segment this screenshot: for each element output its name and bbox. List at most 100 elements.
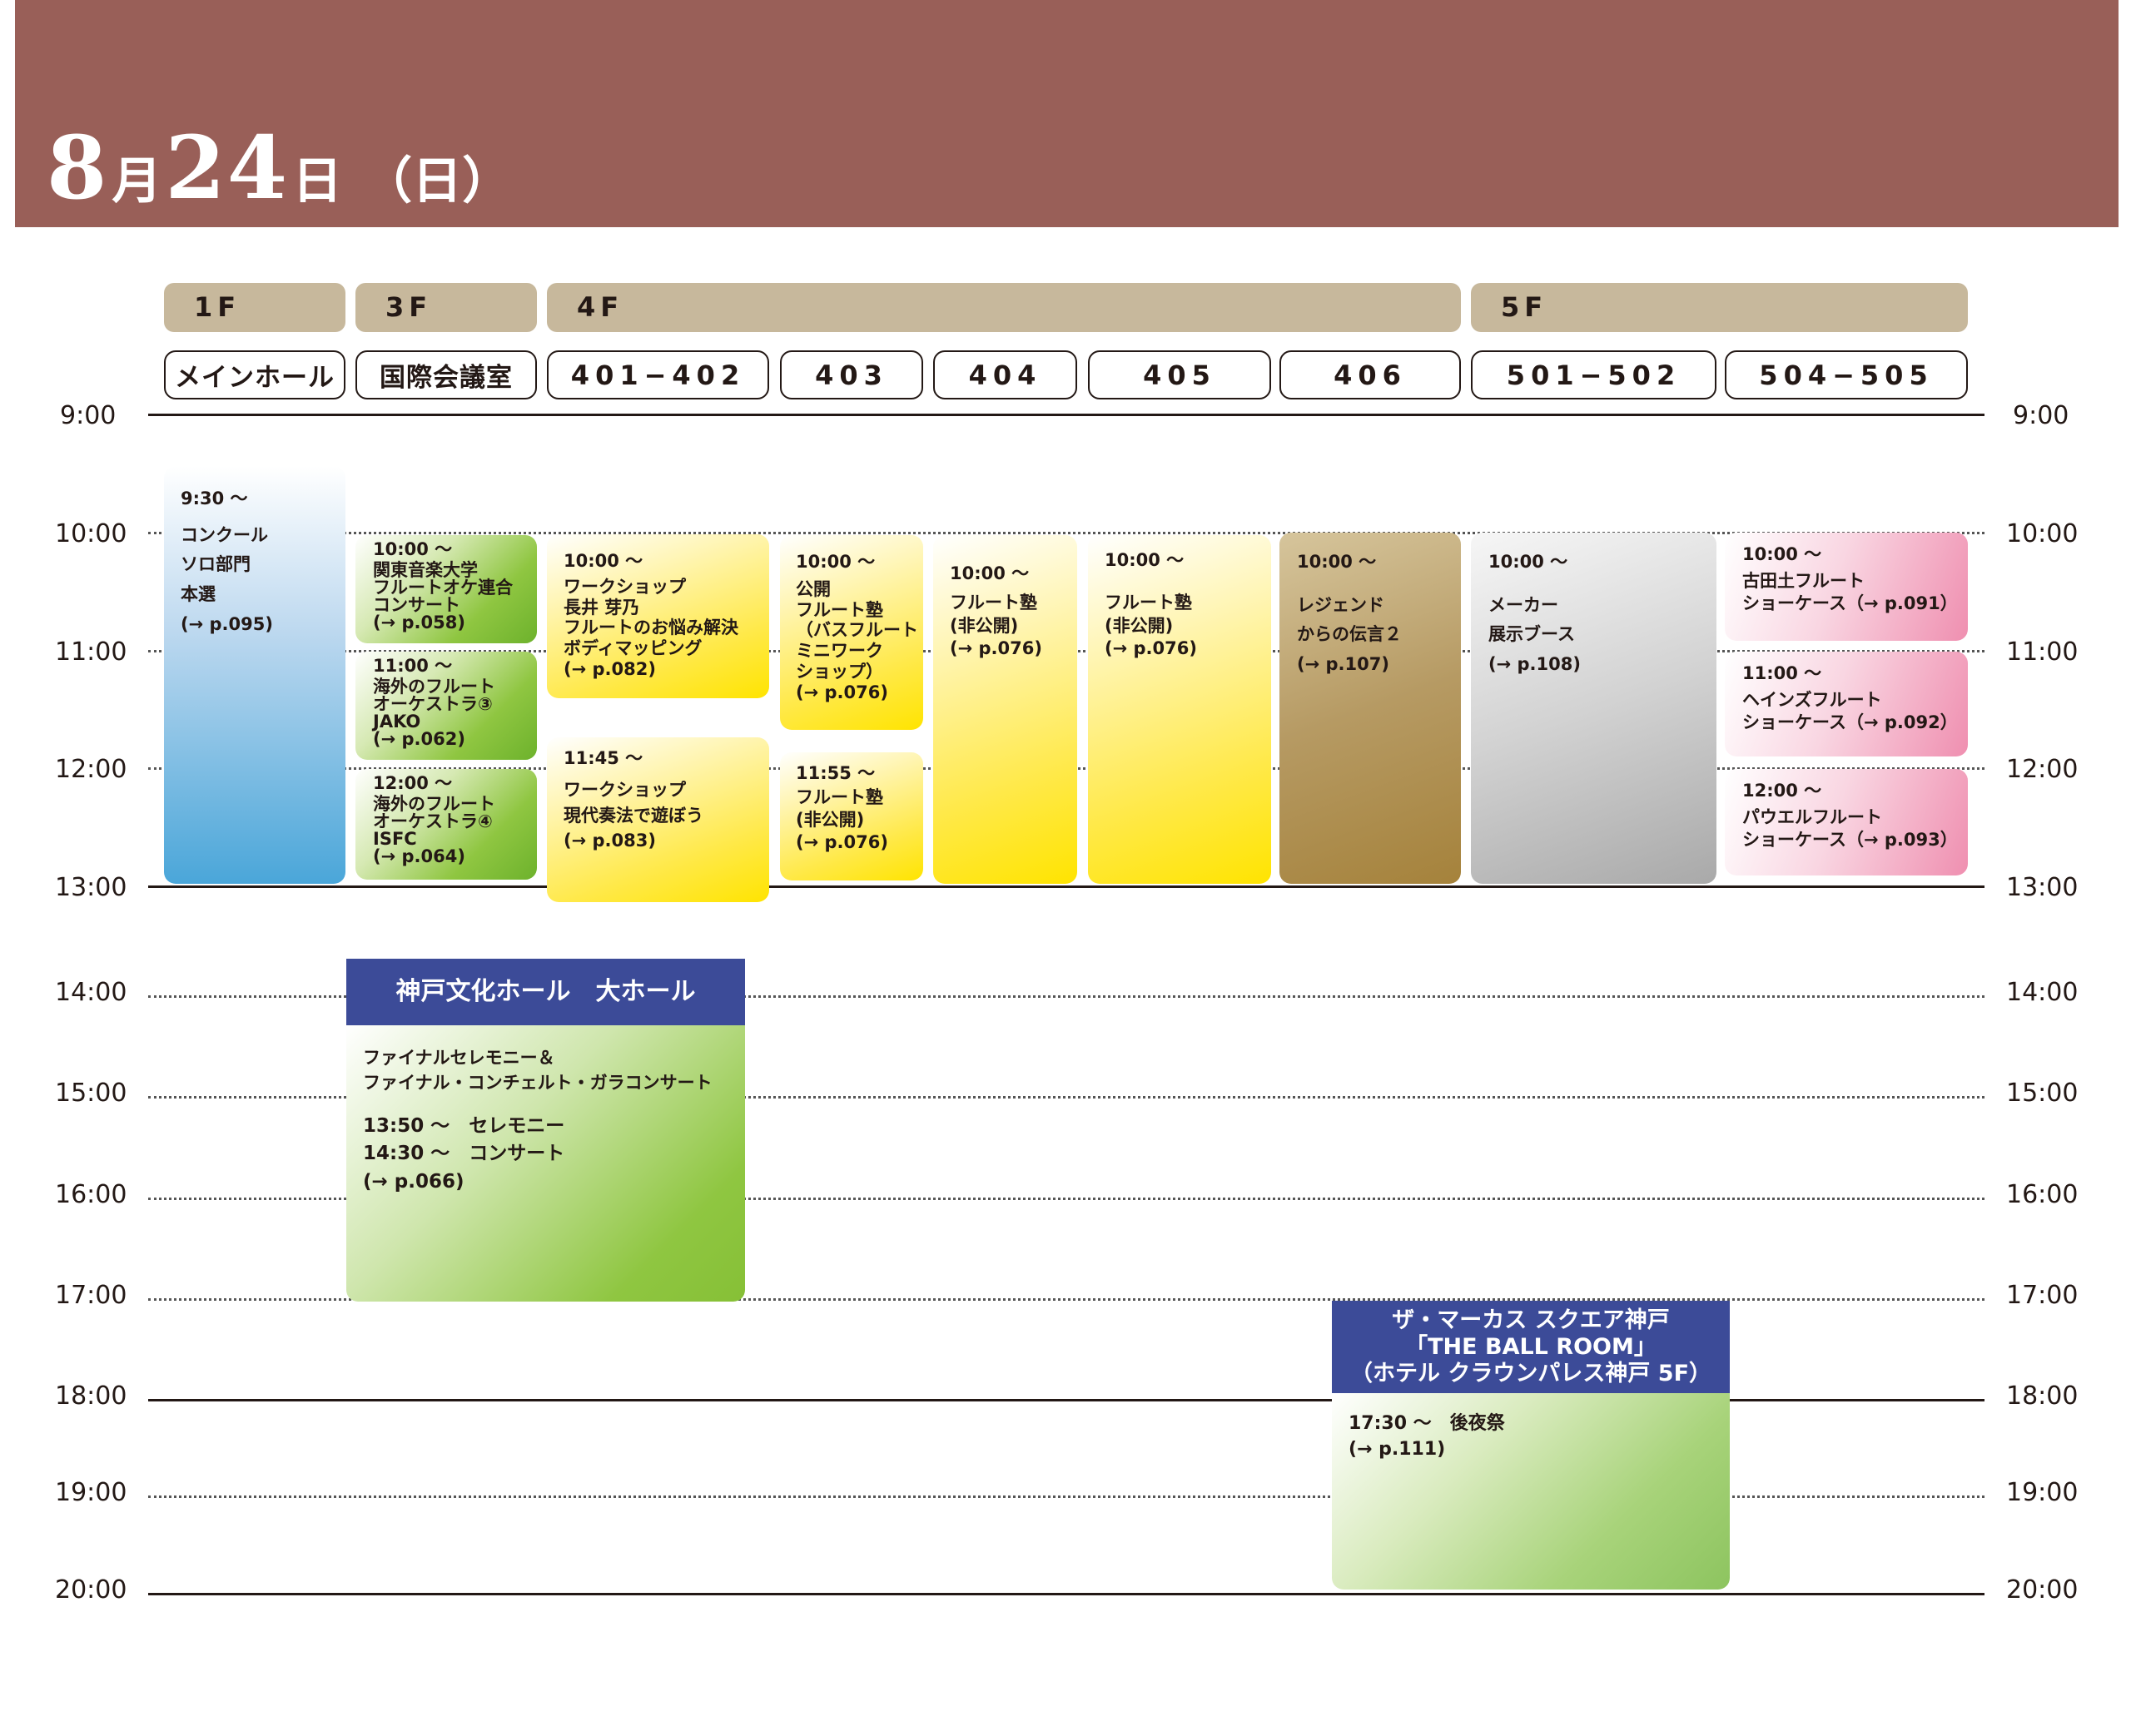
event-workshop-nagai[interactable]: 10:00 〜 ワークショップ 長井 芽乃 フルートのお悩み解決 ボディマッピン… <box>547 534 769 698</box>
event-time: 10:00 〜 <box>564 551 643 571</box>
event-kotake-showcase[interactable]: 10:00 〜 古田土フルート ショーケース（→ p.091） <box>1725 533 1968 641</box>
time-label-right: 14:00 <box>2006 978 2079 1007</box>
event-powell-showcase[interactable]: 12:00 〜 パウエルフルート ショーケース（→ p.093） <box>1725 769 1968 875</box>
event-time: 10:00 〜 <box>1488 552 1568 572</box>
event-title: 海外のフルート <box>373 794 495 814</box>
event-isfc[interactable]: 12:00 〜 海外のフルート オーケストラ④ ISFC (→ p.064) <box>355 769 537 880</box>
event-title: ショーケース（→ p.092） <box>1742 712 1958 733</box>
time-label-right: 17:00 <box>2006 1281 2079 1310</box>
room-504-505: 504−505 <box>1725 350 1968 399</box>
event-contest-final[interactable]: 9:30 〜 コンクール ソロ部門 本選 (→ p.095) <box>164 466 345 884</box>
line-2000 <box>148 1593 1984 1595</box>
event-title: 関東音楽大学 <box>373 560 478 580</box>
event-legend-message[interactable]: 10:00 〜 レジェンド からの伝言２ (→ p.107) <box>1279 533 1461 884</box>
page-ref: (→ p.064) <box>373 846 465 866</box>
page-ref: (→ p.076) <box>1105 637 1197 658</box>
line-0900 <box>148 414 1984 416</box>
page-ref: (→ p.076) <box>796 831 888 852</box>
event-title: フルート塾 <box>796 599 883 620</box>
event-title: パウエルフルート <box>1742 806 1882 827</box>
room-403: 403 <box>780 350 923 399</box>
time-label-left: 19:00 <box>55 1478 127 1507</box>
floor-1f: 1F <box>164 283 345 332</box>
page-ref: (→ p.062) <box>373 729 465 749</box>
event-time: 17:30 〜 後夜祭 <box>1349 1413 1505 1434</box>
event-title: コンサート <box>373 595 460 615</box>
event-title: (非公開) <box>950 615 1019 636</box>
room-405: 405 <box>1088 350 1271 399</box>
event-maker-booth[interactable]: 10:00 〜 メーカー 展示ブース (→ p.108) <box>1471 533 1716 884</box>
room-406: 406 <box>1279 350 1461 399</box>
event-title: 公開 <box>796 578 831 599</box>
time-label-left: 20:00 <box>55 1575 127 1605</box>
event-time: 11:55 〜 <box>796 763 876 783</box>
event-title: フルートのお悩み解決 <box>564 618 738 638</box>
event-workshop-modern[interactable]: 11:45 〜 ワークショップ 現代奏法で遊ぼう (→ p.083) <box>547 737 769 902</box>
event-title: 現代奏法で遊ぼう <box>564 805 703 826</box>
event-title: ヘインズフルート <box>1742 689 1882 710</box>
time-label-right: 19:00 <box>2006 1478 2079 1507</box>
time-label-left: 14:00 <box>55 978 127 1007</box>
floor-5f: 5F <box>1471 283 1968 332</box>
page-ref: (→ p.107) <box>1297 654 1389 675</box>
floor-3f: 3F <box>355 283 537 332</box>
event-title: フルートオケ連合 <box>373 578 513 598</box>
page-ref: (→ p.111) <box>1349 1438 1446 1460</box>
day-kanji: 日 <box>292 152 343 211</box>
event-time: 9:30 〜 <box>181 489 248 508</box>
event-time: 11:45 〜 <box>564 748 643 768</box>
event-title: ボディマッピング <box>564 638 703 659</box>
time-label-left: 16:00 <box>55 1180 127 1209</box>
event-final-ceremony[interactable]: ファイナルセレモニー＆ ファイナル・コンチェルト・ガラコンサート 13:50 〜… <box>346 1025 745 1302</box>
event-jako[interactable]: 11:00 〜 海外のフルート オーケストラ③ JAKO (→ p.062) <box>355 652 537 760</box>
event-time: 10:00 〜 <box>950 563 1030 583</box>
time-label-right: 18:00 <box>2006 1381 2079 1411</box>
event-title: ファイナルセレモニー＆ <box>363 1048 555 1068</box>
event-title: ISFC <box>373 829 417 849</box>
event-time: 10:00 〜 <box>1105 550 1185 570</box>
time-label-right: 15:00 <box>2006 1079 2079 1108</box>
event-flute-juku-403[interactable]: 11:55 〜 フルート塾 (非公開) (→ p.076) <box>780 752 923 880</box>
event-title: ショーケース（→ p.091） <box>1742 593 1958 614</box>
event-haynes-showcase[interactable]: 11:00 〜 ヘインズフルート ショーケース（→ p.092） <box>1725 652 1968 756</box>
time-label-right: 12:00 <box>2006 755 2079 784</box>
event-title: ワークショップ <box>564 780 686 801</box>
event-flute-juku-405[interactable]: 10:00 〜 フルート塾 (非公開) (→ p.076) <box>1088 535 1271 884</box>
event-title: 長井 芽乃 <box>564 597 640 618</box>
room-404: 404 <box>933 350 1077 399</box>
event-time: 12:00 〜 <box>1742 781 1822 801</box>
event-kanto-concert[interactable]: 10:00 〜 関東音楽大学 フルートオケ連合 コンサート (→ p.058) <box>355 535 537 643</box>
page-ref: (→ p.083) <box>564 831 656 851</box>
venue-room: 「THE BALL ROOM」 <box>1405 1333 1657 1360</box>
time-label-right: 20:00 <box>2006 1575 2079 1605</box>
event-title: メーカー <box>1488 594 1558 615</box>
event-title: (非公開) <box>1105 615 1174 636</box>
page-ref: (→ p.076) <box>950 637 1042 658</box>
weekday: （日） <box>362 152 513 211</box>
event-time: 10:00 〜 <box>1742 544 1822 564</box>
event-title: フルート塾 <box>796 786 883 807</box>
time-label-left: 17:00 <box>55 1281 127 1310</box>
event-title: フルート塾 <box>1105 593 1192 613</box>
event-time: 12:00 〜 <box>373 773 453 793</box>
event-time: 10:00 〜 <box>1297 552 1377 572</box>
month-number: 8 <box>47 117 109 219</box>
event-title: (非公開) <box>796 809 865 830</box>
time-label-right: 10:00 <box>2006 519 2079 548</box>
event-bass-flute-workshop[interactable]: 10:00 〜 公開 フルート塾 （バスフルート ミニワーク ショップ） (→ … <box>780 535 923 730</box>
event-title: ファイナル・コンチェルト・ガラコンサート <box>363 1073 713 1094</box>
event-title: コンクール <box>181 524 268 545</box>
event-title: 本選 <box>181 584 216 605</box>
event-title: ソロ部門 <box>181 554 251 575</box>
event-title: ワークショップ <box>564 576 686 597</box>
event-flute-juku-404[interactable]: 10:00 〜 フルート塾 (非公開) (→ p.076) <box>933 535 1077 884</box>
schedule-page: 8月24日 （日） 1F 3F 4F 5F メインホール 国際会議室 401−40… <box>0 0 2131 1736</box>
event-time: 14:30 〜 コンサート <box>363 1143 565 1165</box>
event-after-party[interactable]: 17:30 〜 後夜祭 (→ p.111) <box>1332 1393 1730 1590</box>
page-ref: (→ p.076) <box>796 682 888 702</box>
event-title: からの伝言２ <box>1297 624 1402 645</box>
page-ref: (→ p.066) <box>363 1170 464 1193</box>
event-title: ミニワーク <box>796 641 883 662</box>
room-501-502: 501−502 <box>1471 350 1716 399</box>
